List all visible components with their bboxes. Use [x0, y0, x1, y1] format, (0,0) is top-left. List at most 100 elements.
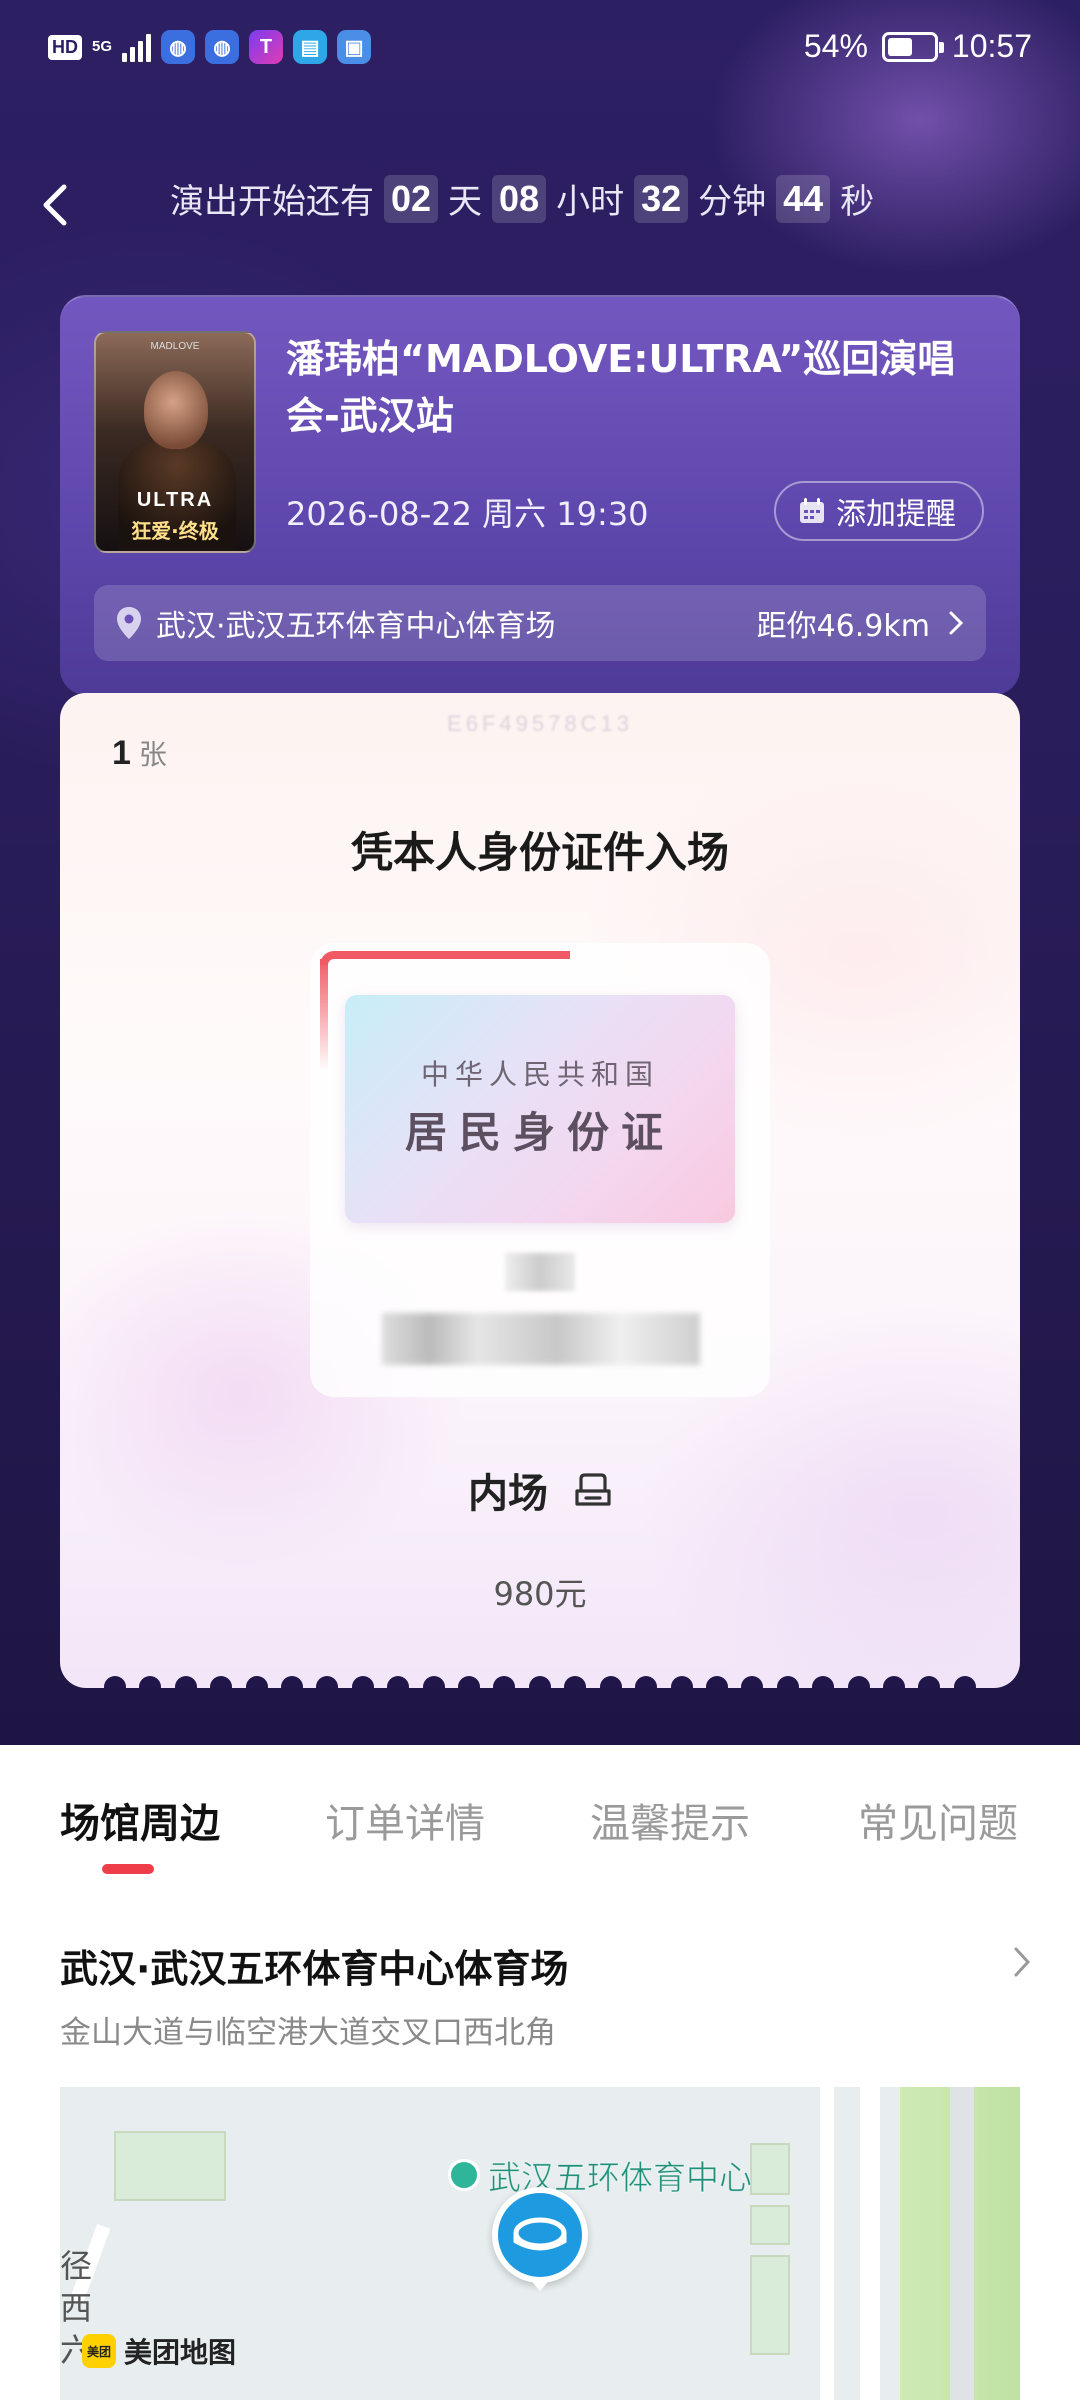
battery-icon	[881, 31, 944, 62]
id-card-country: 中华人民共和国	[420, 1058, 659, 1091]
hd-indicator: HD	[48, 34, 82, 60]
battery-percent: 54%	[803, 28, 868, 64]
countdown-seconds-unit: 秒	[840, 182, 875, 222]
perforation-dot	[104, 1676, 126, 1688]
signal-icon	[122, 32, 152, 62]
venue-marker-icon[interactable]	[492, 2187, 588, 2291]
perforation-dot	[670, 1676, 693, 1688]
tab-active-indicator	[102, 1864, 154, 1874]
calendar-icon	[800, 498, 824, 523]
poi-marker-icon	[448, 2159, 480, 2191]
poster-top-text: MADLOVE	[150, 341, 200, 352]
status-bar: HD 5G ◍ ◍ T ▤ ▣ 54% 10:57	[0, 0, 1080, 100]
map-brand-label: 美团地图	[124, 2336, 237, 2369]
perforation-dot	[316, 1676, 339, 1688]
app-id-icon: ▣	[337, 30, 372, 64]
countdown-minutes-unit: 分钟	[698, 182, 767, 222]
perforation-dot	[918, 1676, 941, 1688]
app-blue-icon: ◍	[205, 30, 240, 64]
meituan-logo-icon: 美团	[82, 2334, 116, 2368]
map-sports-field	[750, 2205, 790, 2245]
perforation-dot	[174, 1676, 197, 1688]
seat-info: 内场	[60, 1461, 1020, 1519]
event-title: 潘玮柏“MADLOVE:ULTRA”巡回演唱会-武汉站	[286, 337, 956, 438]
app-t-icon: T	[249, 30, 284, 64]
entry-instruction: 凭本人身份证件入场	[350, 828, 729, 877]
countdown-days: 02	[384, 174, 439, 223]
id-card-type: 居民身份证	[404, 1108, 675, 1157]
perforation-dot	[599, 1676, 622, 1688]
perforation-dot	[776, 1676, 799, 1688]
chevron-right-icon	[949, 611, 964, 635]
perforation-dot	[953, 1676, 976, 1688]
venue-map[interactable]: 武汉五环体育中心 径西六 美团 美团地图	[60, 2087, 1020, 2400]
status-left: HD 5G ◍ ◍ T ▤ ▣	[48, 30, 372, 64]
perforation-dot	[812, 1676, 835, 1688]
map-road	[860, 2087, 880, 2400]
perforation-dot	[564, 1676, 587, 1688]
chevron-right-icon[interactable]	[1012, 1945, 1032, 1979]
map-brand: 美团 美团地图	[82, 2331, 236, 2371]
perforation-dot	[387, 1676, 410, 1688]
venue-bar[interactable]: 武汉·武汉五环体育中心体育场 距你46.9km	[94, 585, 986, 661]
perforation-dot	[139, 1676, 162, 1688]
perforation-dot	[210, 1676, 233, 1688]
poster-subtitle: 狂爱·终极	[131, 519, 219, 543]
id-card-graphic: 中华人民共和国 居民身份证	[345, 995, 735, 1223]
back-button[interactable]	[40, 170, 90, 240]
ticket-code: E6F49578C13	[447, 711, 633, 736]
event-poster[interactable]: MADLOVE ULTRA 狂爱·终极	[94, 331, 256, 553]
map-road	[820, 2087, 834, 2400]
ticket-perforation	[60, 1676, 1020, 1688]
app-blue-icon: ◍	[161, 30, 196, 64]
tab-faq[interactable]: 常见问题	[858, 1791, 1018, 1849]
network-type: 5G	[92, 38, 113, 55]
perforation-dot	[281, 1676, 304, 1688]
countdown-days-unit: 天	[448, 182, 483, 222]
perforation-dot	[528, 1676, 551, 1688]
tab-tips[interactable]: 温馨提示	[590, 1791, 750, 1849]
venue-distance: 距你46.9km	[756, 609, 930, 644]
status-right: 54% 10:57	[804, 28, 1032, 65]
countdown-seconds: 44	[776, 174, 831, 223]
map-sports-field	[750, 2143, 790, 2195]
event-datetime: 2026-08-22 周六 19:30	[286, 495, 649, 533]
add-reminder-button[interactable]: 添加提醒	[774, 481, 984, 541]
add-reminder-label: 添加提醒	[836, 497, 956, 532]
chevron-left-icon	[43, 184, 67, 226]
ticket-count: 1 张	[112, 733, 167, 773]
countdown: 演出开始还有 02 天 08 小时 32 分钟 44 秒	[170, 174, 874, 223]
perforation-dot	[847, 1676, 870, 1688]
tab-order-details[interactable]: 订单详情	[325, 1791, 485, 1849]
seat-area: 内场	[468, 1471, 548, 1517]
venue-address: 金山大道与临空港大道交叉口西北角	[60, 2015, 556, 2051]
clock: 10:57	[951, 28, 1032, 64]
id-card-accent	[320, 951, 570, 1071]
tab-venue-nearby[interactable]: 场馆周边	[60, 1791, 220, 1849]
app-book-icon: ▤	[293, 30, 328, 64]
countdown-prefix: 演出开始还有	[170, 182, 374, 222]
map-sports-field	[750, 2255, 790, 2355]
holder-id-redacted	[382, 1313, 700, 1365]
event-card: MADLOVE ULTRA 狂爱·终极 潘玮柏“MADLOVE:ULTRA”巡回…	[60, 295, 1020, 695]
stadium-icon	[513, 2217, 567, 2251]
seat-icon[interactable]	[574, 1471, 612, 1509]
poster-face	[144, 371, 208, 449]
map-road	[950, 2087, 974, 2400]
ticket-card: E6F49578C13 1 张 凭本人身份证件入场 中华人民共和国 居民身份证 …	[60, 693, 1020, 1688]
perforation-dot	[705, 1676, 728, 1688]
perforation-dot	[493, 1676, 516, 1688]
bottom-sheet: 场馆周边 订单详情 温馨提示 常见问题 武汉·武汉五环体育中心体育场 金山大道与…	[0, 1745, 1080, 2400]
location-pin-icon	[117, 607, 141, 639]
ticket-count-unit: 张	[138, 738, 167, 771]
ticket-count-number: 1	[112, 734, 131, 772]
perforation-dot	[635, 1676, 658, 1688]
map-poi[interactable]: 武汉五环体育中心	[448, 2151, 753, 2199]
perforation-dot	[882, 1676, 905, 1688]
perforation-dot	[458, 1676, 481, 1688]
venue-title[interactable]: 武汉·武汉五环体育中心体育场	[60, 1938, 568, 1993]
tab-bar: 场馆周边 订单详情 温馨提示 常见问题	[0, 1745, 1080, 1895]
perforation-dot	[245, 1676, 268, 1688]
countdown-hours-unit: 小时	[556, 182, 625, 222]
venue-name: 武汉·武汉五环体育中心体育场	[156, 609, 556, 644]
